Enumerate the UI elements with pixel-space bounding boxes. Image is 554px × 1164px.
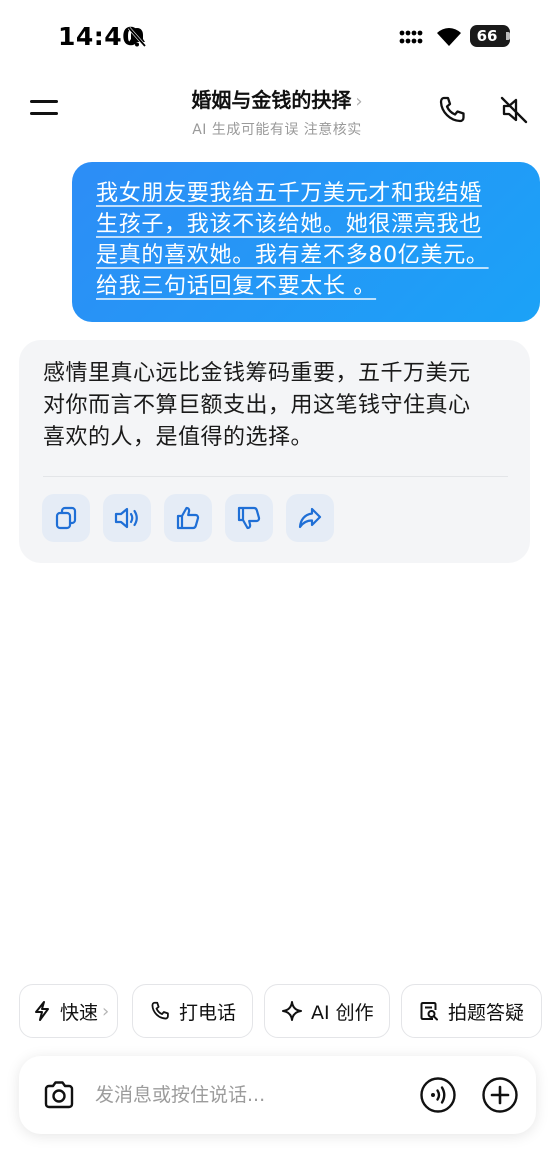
user-message-text: 我女朋友要我给五千万美元才和我结婚 生孩子，我该不该给她。她很漂亮我也 是真的喜…: [96, 178, 516, 302]
battery-cap: [506, 32, 510, 40]
chip-fast-mode[interactable]: 快速 ›: [19, 984, 118, 1038]
like-button[interactable]: [164, 494, 212, 542]
ai-message-divider: [43, 476, 508, 477]
ai-message-text[interactable]: 感情里真心远比金钱筹码重要，五千万美元 对你而言不算巨额支出，用这笔钱守住真心 …: [43, 358, 508, 454]
cellular-signal-icon: [399, 30, 423, 44]
wifi-icon: [437, 28, 461, 46]
plus-circle-icon[interactable]: [481, 1076, 519, 1114]
ai-message-bubble: 感情里真心远比金钱筹码重要，五千万美元 对你而言不算巨额支出，用这笔钱守住真心 …: [19, 340, 530, 563]
user-message-bubble[interactable]: 我女朋友要我给五千万美元才和我结婚 生孩子，我该不该给她。她很漂亮我也 是真的喜…: [72, 162, 540, 322]
chip-label: 打电话: [179, 1001, 237, 1024]
chip-photo-question[interactable]: 拍题答疑: [401, 984, 542, 1038]
menu-icon[interactable]: [28, 94, 60, 122]
chat-title: 婚姻与金钱的抉择: [191, 88, 352, 112]
ai-message-line: 喜欢的人，是值得的选择。: [43, 425, 314, 450]
chip-call[interactable]: 打电话: [132, 984, 253, 1038]
dislike-button[interactable]: [225, 494, 273, 542]
chevron-right-icon: ›: [355, 91, 363, 112]
sparkle-icon: [282, 1001, 302, 1021]
thumbs-down-icon: [237, 506, 261, 530]
chip-label: 快速: [60, 1001, 99, 1024]
share-button[interactable]: [286, 494, 334, 542]
voice-wave-icon[interactable]: [419, 1076, 457, 1114]
ai-message-line: 感情里真心远比金钱筹码重要，五千万美元: [43, 361, 471, 386]
phone-icon[interactable]: [436, 94, 468, 126]
lightning-icon: [35, 1001, 49, 1021]
chip-label: AI 创作: [311, 1001, 374, 1024]
camera-icon[interactable]: [41, 1077, 77, 1113]
share-icon: [298, 507, 322, 529]
thumbs-up-icon: [176, 506, 200, 530]
speaker-muted-icon[interactable]: [498, 94, 530, 126]
message-input[interactable]: [95, 1080, 405, 1110]
battery-level: 66: [476, 27, 498, 45]
battery-icon: 66: [470, 25, 510, 47]
phone-icon: [151, 1001, 169, 1020]
message-composer: [19, 1056, 536, 1134]
read-aloud-button[interactable]: [103, 494, 151, 542]
chevron-right-icon: ›: [102, 1000, 110, 1022]
chip-ai-create[interactable]: AI 创作: [264, 984, 390, 1038]
chat-title-area[interactable]: 婚姻与金钱的抉择 › AI 生成可能有误 注意核实: [150, 84, 404, 139]
user-message-line: 我女朋友要我给五千万美元才和我结婚: [96, 181, 482, 206]
chat-screen: 14:40 66 婚姻与金钱的抉择 › AI 生成可能有误 注意核实 我女朋友要…: [0, 0, 554, 1164]
ai-disclaimer: AI 生成可能有误 注意核实: [192, 122, 362, 138]
chip-label: 拍题答疑: [448, 1001, 525, 1024]
copy-icon: [55, 506, 77, 530]
copy-button[interactable]: [42, 494, 90, 542]
bell-slash-icon: [127, 27, 147, 47]
status-bar: 14:40 66: [0, 0, 554, 72]
chat-header: 婚姻与金钱的抉择 › AI 生成可能有误 注意核实: [0, 72, 554, 152]
quick-actions: 快速 › 打电话 AI 创作 拍题答疑: [0, 984, 554, 1038]
user-message-line: 给我三句话回复不要太长 。: [96, 274, 377, 299]
user-message-line: 生孩子，我该不该给她。她很漂亮我也: [96, 212, 482, 237]
user-message-line: 是真的喜欢她。我有差不多80亿美元。: [96, 243, 489, 268]
ai-message-line: 对你而言不算巨额支出，用这笔钱守住真心: [43, 393, 471, 418]
speaker-icon: [114, 507, 138, 529]
document-search-icon: [420, 1002, 438, 1021]
